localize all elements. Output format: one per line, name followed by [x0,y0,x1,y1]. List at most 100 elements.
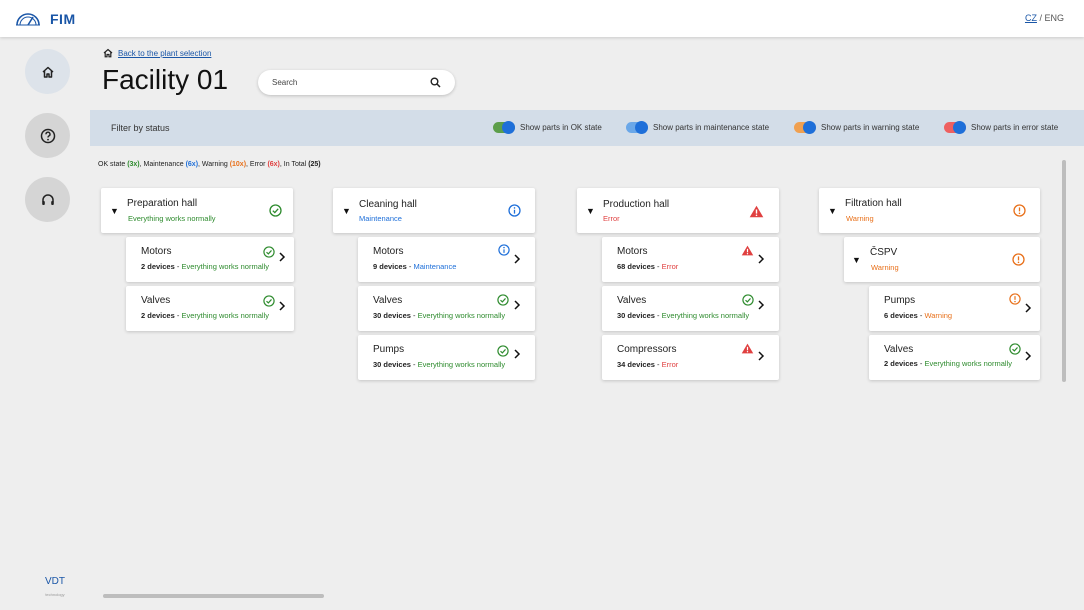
sidebar-support-button[interactable] [25,177,70,222]
toggle-knob [635,121,648,134]
subhall-card-cspv[interactable]: ▼ ČSPV Warning [844,237,1040,282]
search-icon[interactable] [430,77,441,88]
toggle-ok[interactable] [493,121,515,134]
filter-title: Filter by status [111,123,170,133]
home-icon [41,66,54,78]
hall-card-preparation[interactable]: ▼ Preparation hall Everything works norm… [101,188,293,233]
item-name: Motors [373,246,404,257]
collapse-caret-icon[interactable]: ▼ [852,255,861,265]
search-box[interactable] [258,70,455,95]
ok-check-icon [497,294,509,306]
item-status: 9 devices - Maintenance [373,262,457,271]
error-triangle-icon [741,343,754,354]
ok-check-icon [269,204,282,217]
home-small-icon [103,48,113,58]
error-triangle-icon [741,245,754,256]
back-to-plant-selection-link[interactable]: Back to the plant selection [118,49,211,58]
item-name: Valves [373,295,403,306]
collapse-caret-icon[interactable]: ▼ [828,206,837,216]
subhall-name: ČSPV [870,247,898,258]
sidebar-help-button[interactable] [25,113,70,158]
page-title: Facility 01 [102,64,229,95]
item-card-valves[interactable]: Valves 30 devices - Everything works nor… [602,286,779,331]
item-name: Compressors [617,344,677,355]
ok-check-icon [1009,343,1021,355]
chevron-right-icon[interactable] [1024,351,1032,361]
error-triangle-icon [749,205,764,218]
item-status: 30 devices - Everything works normally [373,311,506,320]
chevron-right-icon[interactable] [513,254,521,264]
item-card-compressors[interactable]: Compressors 34 devices - Error [602,335,779,380]
chevron-right-icon[interactable] [278,301,286,311]
language-switch: CZ / ENG [1025,13,1064,23]
top-bar: FIM CZ / ENG [0,0,1084,37]
item-status: 2 devices - Everything works normally [141,311,269,320]
item-status: 68 devices - Error [617,262,679,271]
horizontal-scrollbar[interactable] [103,594,324,598]
vdt-logo: VDT technology [38,574,72,597]
toggle-ok-label: Show parts in OK state [520,123,602,132]
item-status: 30 devices - Everything works normally [617,311,750,320]
toggle-warning-label: Show parts in warning state [821,123,920,132]
info-icon [508,204,521,217]
chevron-right-icon[interactable] [757,351,765,361]
ok-check-icon [742,294,754,306]
ok-check-icon [263,295,275,307]
toggle-error[interactable] [944,121,966,134]
hall-card-cleaning[interactable]: ▼ Cleaning hall Maintenance [333,188,535,233]
chevron-right-icon[interactable] [513,300,521,310]
item-name: Pumps [884,295,916,306]
toggle-maintenance[interactable] [626,121,648,134]
collapse-caret-icon[interactable]: ▼ [110,206,119,216]
item-name: Valves [617,295,647,306]
chevron-right-icon[interactable] [757,300,765,310]
item-card-motors[interactable]: Motors 68 devices - Error [602,237,779,282]
lang-eng-link[interactable]: ENG [1044,13,1064,23]
breadcrumb: Back to the plant selection [103,48,211,58]
hall-card-filtration[interactable]: ▼ Filtration hall Warning [819,188,1040,233]
item-card-valves[interactable]: Valves 2 devices - Everything works norm… [869,335,1040,380]
toggle-error-label: Show parts in error state [971,123,1059,132]
collapse-caret-icon[interactable]: ▼ [342,206,351,216]
hall-name: Cleaning hall [359,199,417,210]
hall-status: Maintenance [359,214,402,223]
item-status: 34 devices - Error [617,360,679,369]
help-icon [40,128,55,143]
status-filter-bar: Filter by status Show parts in OK state … [90,110,1084,146]
item-card-pumps[interactable]: Pumps 30 devices - Everything works norm… [358,335,535,380]
ok-check-icon [497,345,509,357]
chevron-right-icon[interactable] [513,349,521,359]
hall-card-production[interactable]: ▼ Production hall Error [577,188,779,233]
chevron-right-icon[interactable] [278,252,286,262]
ok-check-icon [263,246,275,258]
lang-cz-link[interactable]: CZ [1025,13,1037,23]
status-summary: OK state (3x), Maintenance (6x), Warning… [98,161,321,168]
toggle-warning[interactable] [794,121,816,134]
item-card-motors[interactable]: Motors 9 devices - Maintenance [358,237,535,282]
headset-icon [41,193,54,205]
item-name: Valves [141,295,171,306]
collapse-caret-icon[interactable]: ▼ [586,206,595,216]
hall-name: Production hall [603,199,670,210]
warning-circle-icon [1013,204,1026,217]
filter-error: Show parts in error state [944,121,1059,134]
item-card-valves[interactable]: Valves 2 devices - Everything works norm… [126,286,294,331]
item-name: Valves [884,344,914,355]
chevron-right-icon[interactable] [757,254,765,264]
chevron-right-icon[interactable] [1024,303,1032,313]
item-card-pumps[interactable]: Pumps 6 devices - Warning [869,286,1040,331]
item-card-valves[interactable]: Valves 30 devices - Everything works nor… [358,286,535,331]
filter-ok: Show parts in OK state [493,121,602,134]
hall-name: Preparation hall [127,198,198,209]
sidebar-home-button[interactable] [25,49,70,94]
filter-warning: Show parts in warning state [794,121,920,134]
item-status: 2 devices - Everything works normally [884,359,1012,368]
warning-circle-icon [1009,293,1021,305]
vertical-scrollbar[interactable] [1062,160,1066,382]
item-card-motors[interactable]: Motors 2 devices - Everything works norm… [126,237,294,282]
vdt-logo-mark: VDT [45,576,65,587]
search-input[interactable] [272,78,430,87]
vdt-logo-sub: technology [45,592,65,597]
toggle-knob [953,121,966,134]
app-logo[interactable]: FIM [14,10,76,28]
